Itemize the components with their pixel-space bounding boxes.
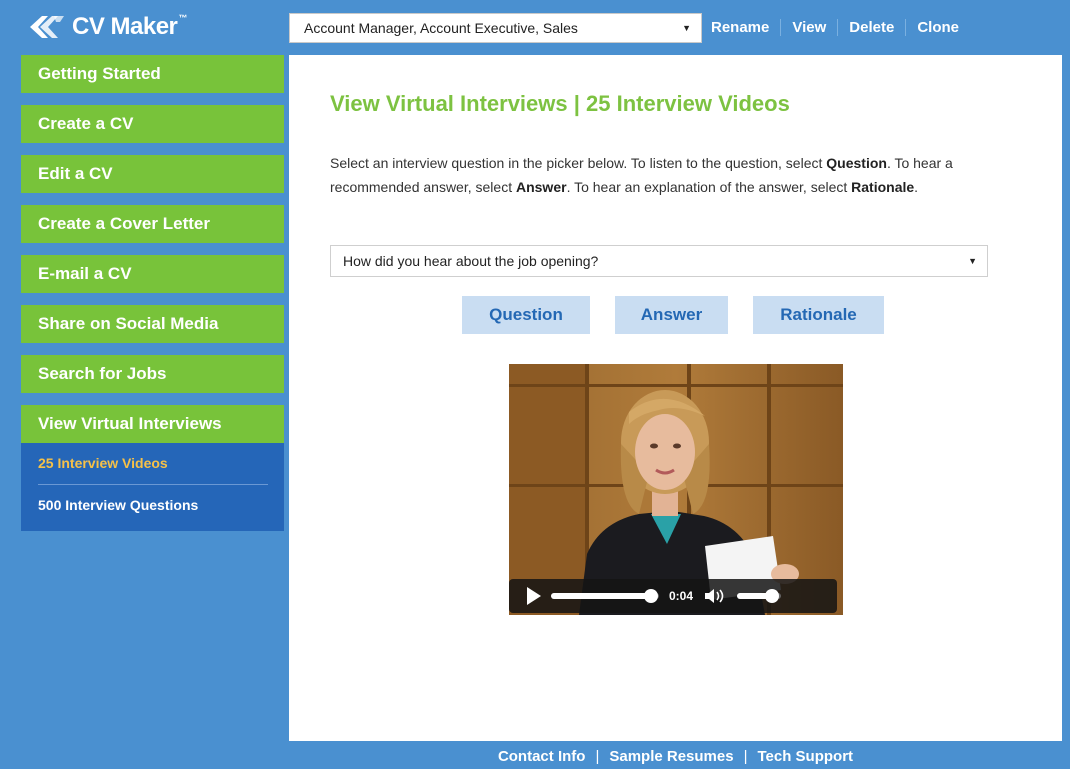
nav-email-cv[interactable]: E-mail a CV — [21, 255, 284, 293]
app-logo[interactable]: CV Maker™ — [26, 10, 187, 44]
delete-link[interactable]: Delete — [837, 18, 905, 36]
view-link[interactable]: View — [780, 18, 837, 36]
interview-question-select[interactable]: How did you hear about the job opening? … — [330, 245, 988, 277]
sidebar-nav: Getting Started Create a CV Edit a CV Cr… — [21, 55, 284, 531]
interview-video[interactable]: 0:04 — [509, 364, 843, 615]
volume-icon[interactable] — [703, 587, 727, 605]
seek-progress — [551, 593, 652, 599]
subnav-interview-videos[interactable]: 25 Interview Videos — [38, 449, 268, 485]
rename-link[interactable]: Rename — [711, 19, 780, 36]
video-controls: 0:04 — [509, 579, 837, 613]
nav-create-cv[interactable]: Create a CV — [21, 105, 284, 143]
resume-actions: Rename View Delete Clone — [711, 15, 970, 39]
subnav-virtual-interviews: 25 Interview Videos 500 Interview Questi… — [21, 443, 284, 531]
resume-select-value: Account Manager, Account Executive, Sale… — [304, 20, 578, 36]
rationale-button[interactable]: Rationale — [753, 296, 884, 334]
time-display: 0:04 — [669, 589, 694, 603]
page-title: View Virtual Interviews | 25 Interview V… — [330, 91, 790, 116]
nav-view-virtual-interviews[interactable]: View Virtual Interviews — [21, 405, 284, 443]
resume-select[interactable]: Account Manager, Account Executive, Sale… — [289, 13, 702, 43]
footer-separator: | — [595, 748, 600, 765]
footer-separator: | — [743, 748, 748, 765]
seek-handle[interactable] — [644, 589, 659, 603]
play-icon[interactable] — [527, 587, 541, 605]
footer-links: Contact Info | Sample Resumes | Tech Sup… — [289, 744, 1062, 769]
nav-edit-cv[interactable]: Edit a CV — [21, 155, 284, 193]
volume-slider[interactable] — [737, 589, 782, 603]
nav-create-cover-letter[interactable]: Create a Cover Letter — [21, 205, 284, 243]
video-frame — [509, 364, 843, 615]
tech-support-link[interactable]: Tech Support — [757, 748, 853, 765]
question-button[interactable]: Question — [462, 296, 590, 334]
question-select-value: How did you hear about the job opening? — [343, 253, 599, 269]
contact-info-link[interactable]: Contact Info — [498, 748, 586, 765]
answer-button[interactable]: Answer — [615, 296, 728, 334]
media-buttons: Question Answer Rationale — [462, 296, 884, 334]
seek-bar[interactable] — [551, 589, 659, 603]
logo-icon — [30, 16, 64, 38]
nav-search-jobs[interactable]: Search for Jobs — [21, 355, 284, 393]
logo-text: CV Maker™ — [72, 13, 187, 40]
volume-handle[interactable] — [765, 589, 780, 603]
nav-getting-started[interactable]: Getting Started — [21, 55, 284, 93]
chevron-down-icon: ▼ — [682, 23, 691, 33]
subnav-interview-questions[interactable]: 500 Interview Questions — [38, 485, 268, 521]
chevron-down-icon: ▼ — [968, 256, 977, 266]
clone-link[interactable]: Clone — [905, 18, 970, 36]
nav-share-social-media[interactable]: Share on Social Media — [21, 305, 284, 343]
sample-resumes-link[interactable]: Sample Resumes — [609, 748, 733, 765]
main-panel: View Virtual Interviews | 25 Interview V… — [289, 55, 1062, 741]
instructions-text: Select an interview question in the pick… — [330, 155, 953, 195]
